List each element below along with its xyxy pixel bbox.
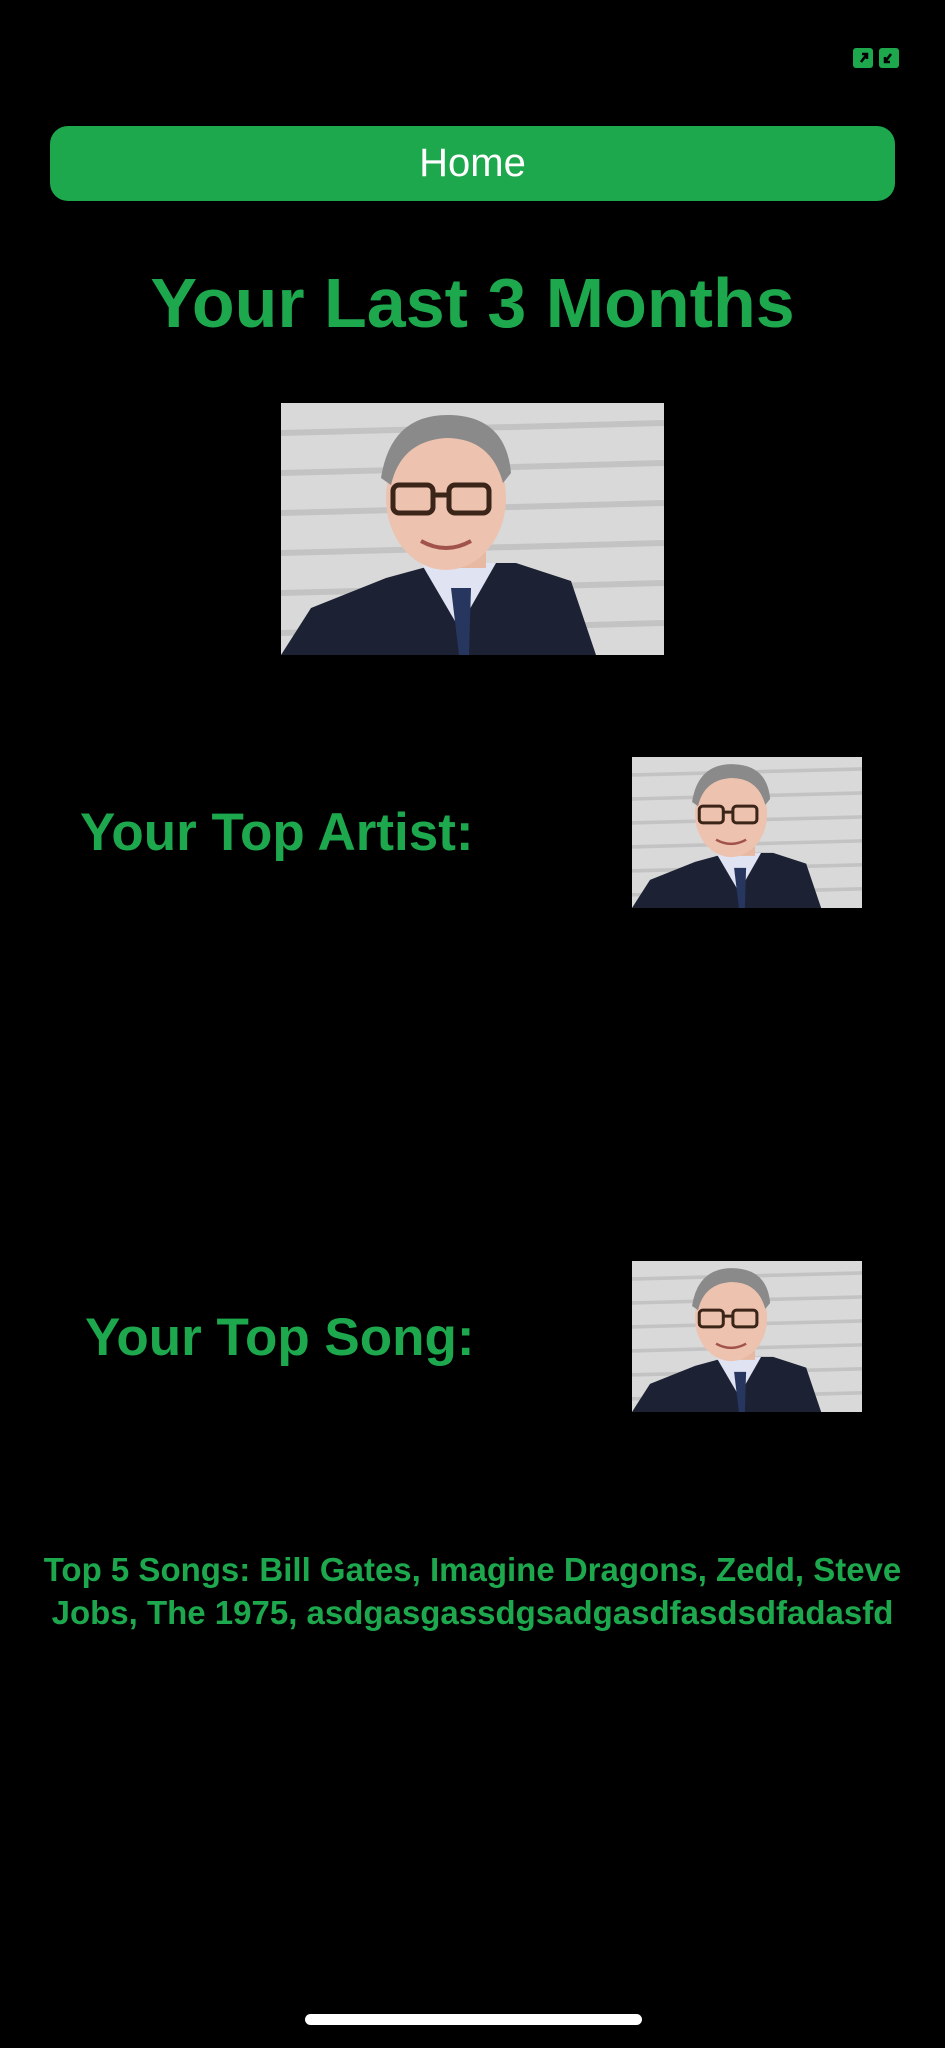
top-song-photo	[632, 1261, 862, 1412]
top-song-label: Your Top Song:	[85, 1308, 475, 1367]
top-5-songs-text: Top 5 Songs: Bill Gates, Imagine Dragons…	[43, 1551, 902, 1631]
expand-icon[interactable]	[853, 48, 899, 68]
home-button-label: Home	[419, 141, 526, 185]
profile-photo	[281, 403, 664, 655]
home-indicator[interactable]	[305, 2014, 642, 2025]
home-button[interactable]: Home	[50, 126, 895, 201]
page-title: Your Last 3 Months	[150, 264, 795, 342]
top-artist-label: Your Top Artist:	[80, 803, 474, 862]
top-artist-photo	[632, 757, 862, 908]
